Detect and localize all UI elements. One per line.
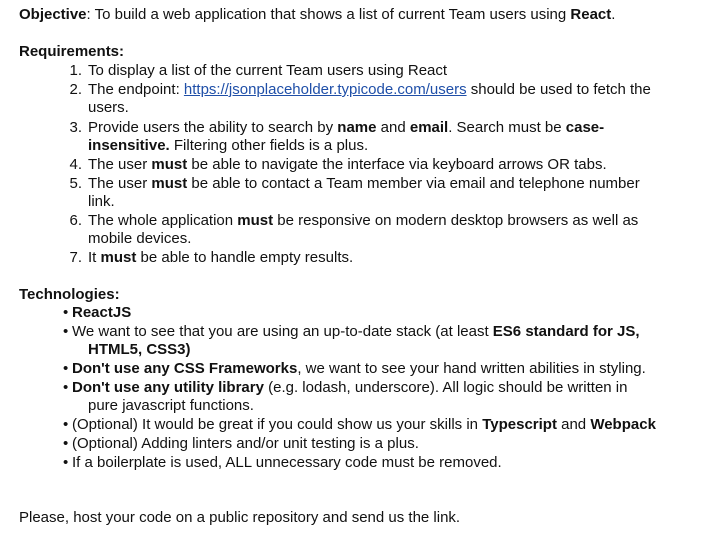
objective-label: Objective <box>19 6 87 23</box>
req-5-text: The user must be able to contact a Team … <box>88 175 640 192</box>
tech-5-text: (Optional) It would be great if you coul… <box>72 416 656 433</box>
tech-6-bullet: • <box>63 435 69 452</box>
objective-line: Objective: To build a web application th… <box>19 6 616 23</box>
req-2-number: 2. <box>69 81 82 98</box>
tech-7-text: If a boilerplate is used, ALL unnecessar… <box>72 454 502 471</box>
req-7-text: It must be able to handle empty results. <box>88 249 354 266</box>
req-1-number: 1. <box>69 62 82 79</box>
tech-4-text: Don't use any utility library (e.g. loda… <box>72 379 628 396</box>
requirements-heading: Requirements: <box>19 43 125 60</box>
tech-1-bullet: • <box>63 304 69 321</box>
req-5-continuation: link. <box>88 193 115 210</box>
tech-2-continuation: HTML5, CSS3) <box>88 341 191 358</box>
tech-6-text: (Optional) Adding linters and/or unit te… <box>72 435 419 452</box>
tech-4-continuation: pure javascript functions. <box>88 397 254 414</box>
req-2-text: The endpoint: https://jsonplaceholder.ty… <box>88 81 651 98</box>
req-6-text: The whole application must be responsive… <box>88 212 639 229</box>
tech-5-bullet: • <box>63 416 69 433</box>
req-3-text: Provide users the ability to search by n… <box>88 119 605 136</box>
footer-note: Please, host your code on a public repos… <box>19 509 461 526</box>
tech-4-bullet: • <box>63 379 69 396</box>
req-1-text: To display a list of the current Team us… <box>88 62 448 79</box>
react-keyword: React <box>570 6 612 23</box>
endpoint-link[interactable]: https://jsonplaceholder.typicode.com/use… <box>184 81 467 98</box>
req-7-number: 7. <box>69 249 82 266</box>
req-2-continuation: users. <box>88 99 129 116</box>
req-6-continuation: mobile devices. <box>88 230 192 247</box>
req-3-number: 3. <box>69 119 82 136</box>
tech-7-bullet: • <box>63 454 69 471</box>
tech-3-text: Don't use any CSS Frameworks, we want to… <box>72 360 646 377</box>
req-5-number: 5. <box>69 175 82 192</box>
req-3-continuation: insensitive. Filtering other fields is a… <box>88 137 369 154</box>
req-4-text: The user must be able to navigate the in… <box>88 156 607 173</box>
tech-2-bullet: • <box>63 323 69 340</box>
req-4-number: 4. <box>69 156 82 173</box>
req-6-number: 6. <box>69 212 82 229</box>
technologies-heading: Technologies: <box>19 286 120 303</box>
tech-1-text: ReactJS <box>72 304 132 321</box>
tech-2-text: We want to see that you are using an up-… <box>72 323 640 340</box>
tech-3-bullet: • <box>63 360 69 377</box>
